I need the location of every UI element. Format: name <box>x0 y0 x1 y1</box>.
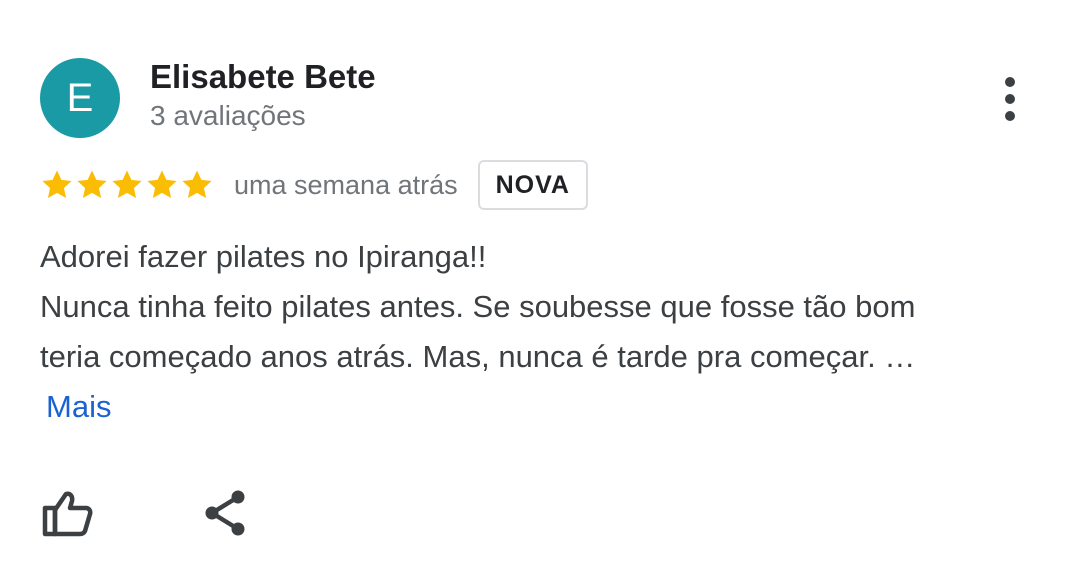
star-icon <box>75 168 109 202</box>
review-text-line: Nunca tinha feito pilates antes. Se soub… <box>40 289 916 324</box>
review-text: Adorei fazer pilates no Ipiranga!! Nunca … <box>40 232 1050 382</box>
avatar-initial: E <box>66 76 94 120</box>
star-icon <box>145 168 179 202</box>
more-options-button[interactable] <box>990 72 1030 126</box>
share-icon <box>200 490 254 544</box>
star-icon <box>110 168 144 202</box>
rating-row: uma semana atrás NOVA <box>40 158 588 212</box>
like-button[interactable] <box>40 486 94 540</box>
share-button[interactable] <box>200 486 254 540</box>
new-badge: NOVA <box>477 160 588 210</box>
read-more-link[interactable]: Mais <box>46 382 111 432</box>
review-card: E Elisabete Bete 3 avaliações uma semana… <box>0 0 1080 567</box>
avatar[interactable]: E <box>40 58 120 138</box>
more-vert-icon <box>990 72 1030 126</box>
star-icon <box>180 168 214 202</box>
review-text-line: teria começado anos atrás. Mas, nunca é … <box>40 339 916 374</box>
star-rating <box>40 168 214 202</box>
review-text-line: Adorei fazer pilates no Ipiranga!! <box>40 239 487 274</box>
star-icon <box>40 168 74 202</box>
author-review-count: 3 avaliações <box>150 100 306 131</box>
author-name[interactable]: Elisabete Bete <box>150 58 376 96</box>
thumb-up-icon <box>40 491 94 544</box>
review-date: uma semana atrás <box>234 169 458 200</box>
